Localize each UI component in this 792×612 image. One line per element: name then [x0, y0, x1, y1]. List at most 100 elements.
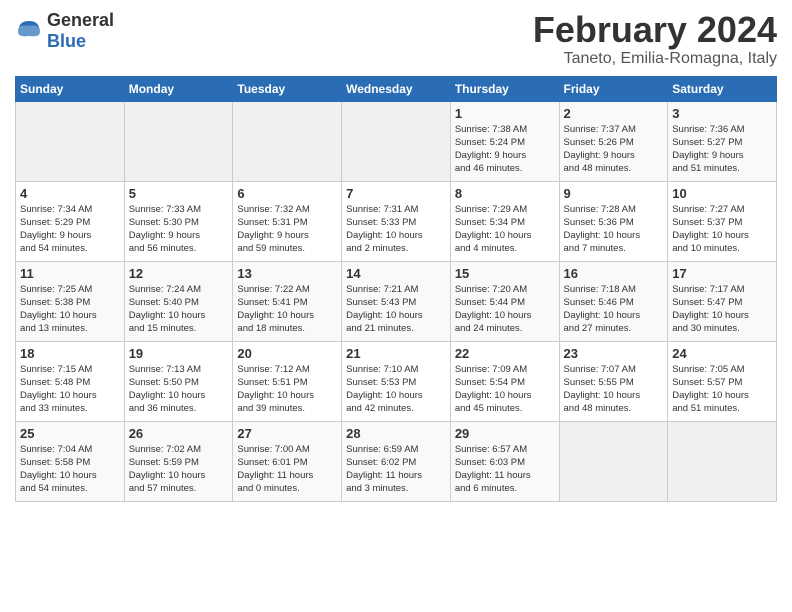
day-info: Sunrise: 7:29 AMSunset: 5:34 PMDaylight:… [455, 203, 555, 256]
calendar-cell: 9 Sunrise: 7:28 AMSunset: 5:36 PMDaylight… [559, 181, 668, 261]
day-number: 24 [672, 346, 772, 361]
calendar-cell: 28 Sunrise: 6:59 AMSunset: 6:02 PMDayligh… [342, 421, 451, 501]
calendar-cell: 3 Sunrise: 7:36 AMSunset: 5:27 PMDaylight… [668, 101, 777, 181]
calendar-cell: 4 Sunrise: 7:34 AMSunset: 5:29 PMDaylight… [16, 181, 125, 261]
calendar-cell [668, 421, 777, 501]
day-number: 18 [20, 346, 120, 361]
day-info: Sunrise: 7:09 AMSunset: 5:54 PMDaylight:… [455, 363, 555, 416]
day-number: 12 [129, 266, 229, 281]
calendar-cell: 10Sunrise: 7:27 AMSunset: 5:37 PMDayligh… [668, 181, 777, 261]
day-number: 25 [20, 426, 120, 441]
day-number: 3 [672, 106, 772, 121]
weekday-header-sunday: Sunday [16, 76, 125, 101]
day-info: Sunrise: 7:18 AMSunset: 5:46 PMDaylight:… [564, 283, 664, 336]
calendar-cell: 21Sunrise: 7:10 AMSunset: 5:53 PMDayligh… [342, 341, 451, 421]
weekday-header-saturday: Saturday [668, 76, 777, 101]
page: General Blue February 2024 Taneto, Emili… [0, 0, 792, 512]
calendar-cell: 14 Sunrise: 7:21 AMSunset: 5:43 PMDayligh… [342, 261, 451, 341]
week-row-1: 1Sunrise: 7:38 AMSunset: 5:24 PMDaylight… [16, 101, 777, 181]
logo-text: General Blue [47, 10, 114, 52]
day-number: 8 [455, 186, 555, 201]
day-number: 14 [346, 266, 446, 281]
day-info: Sunrise: 7:02 AMSunset: 5:59 PMDaylight:… [129, 443, 229, 496]
weekday-header-thursday: Thursday [450, 76, 559, 101]
calendar-table: SundayMondayTuesdayWednesdayThursdayFrid… [15, 76, 777, 502]
weekday-header-tuesday: Tuesday [233, 76, 342, 101]
day-info: Sunrise: 7:22 AMSunset: 5:41 PMDaylight:… [237, 283, 337, 336]
day-number: 6 [237, 186, 337, 201]
day-number: 9 [564, 186, 664, 201]
day-number: 28 [346, 426, 446, 441]
day-number: 16 [564, 266, 664, 281]
day-number: 19 [129, 346, 229, 361]
day-info: Sunrise: 7:36 AMSunset: 5:27 PMDaylight:… [672, 123, 772, 176]
title-area: February 2024 Taneto, Emilia-Romagna, It… [533, 10, 777, 68]
calendar-cell [124, 101, 233, 181]
day-info: Sunrise: 7:17 AMSunset: 5:47 PMDaylight:… [672, 283, 772, 336]
day-number: 23 [564, 346, 664, 361]
day-info: Sunrise: 7:33 AMSunset: 5:30 PMDaylight:… [129, 203, 229, 256]
day-number: 20 [237, 346, 337, 361]
day-info: Sunrise: 7:20 AMSunset: 5:44 PMDaylight:… [455, 283, 555, 336]
calendar-cell: 2 Sunrise: 7:37 AMSunset: 5:26 PMDaylight… [559, 101, 668, 181]
day-info: Sunrise: 7:07 AMSunset: 5:55 PMDaylight:… [564, 363, 664, 416]
day-number: 11 [20, 266, 120, 281]
calendar-cell: 16 Sunrise: 7:18 AMSunset: 5:46 PMDayligh… [559, 261, 668, 341]
day-info: Sunrise: 7:15 AMSunset: 5:48 PMDaylight:… [20, 363, 120, 416]
week-row-2: 4 Sunrise: 7:34 AMSunset: 5:29 PMDaylight… [16, 181, 777, 261]
day-info: Sunrise: 7:04 AMSunset: 5:58 PMDaylight:… [20, 443, 120, 496]
weekday-header-row: SundayMondayTuesdayWednesdayThursdayFrid… [16, 76, 777, 101]
calendar-cell: 23 Sunrise: 7:07 AMSunset: 5:55 PMDayligh… [559, 341, 668, 421]
week-row-4: 18 Sunrise: 7:15 AMSunset: 5:48 PMDayligh… [16, 341, 777, 421]
day-info: Sunrise: 7:05 AMSunset: 5:57 PMDaylight:… [672, 363, 772, 416]
day-number: 7 [346, 186, 446, 201]
calendar-cell: 15Sunrise: 7:20 AMSunset: 5:44 PMDayligh… [450, 261, 559, 341]
day-number: 27 [237, 426, 337, 441]
day-info: Sunrise: 7:10 AMSunset: 5:53 PMDaylight:… [346, 363, 446, 416]
logo-icon [15, 17, 43, 45]
calendar-cell: 8 Sunrise: 7:29 AMSunset: 5:34 PMDaylight… [450, 181, 559, 261]
day-info: Sunrise: 6:59 AMSunset: 6:02 PMDaylight:… [346, 443, 446, 496]
month-title: February 2024 [533, 10, 777, 50]
day-info: Sunrise: 7:00 AMSunset: 6:01 PMDaylight:… [237, 443, 337, 496]
day-info: Sunrise: 7:34 AMSunset: 5:29 PMDaylight:… [20, 203, 120, 256]
calendar-cell: 6 Sunrise: 7:32 AMSunset: 5:31 PMDaylight… [233, 181, 342, 261]
weekday-header-wednesday: Wednesday [342, 76, 451, 101]
calendar-cell: 29 Sunrise: 6:57 AMSunset: 6:03 PMDayligh… [450, 421, 559, 501]
day-number: 29 [455, 426, 555, 441]
calendar-cell: 26 Sunrise: 7:02 AMSunset: 5:59 PMDayligh… [124, 421, 233, 501]
calendar-cell: 1Sunrise: 7:38 AMSunset: 5:24 PMDaylight… [450, 101, 559, 181]
day-number: 4 [20, 186, 120, 201]
day-info: Sunrise: 7:37 AMSunset: 5:26 PMDaylight:… [564, 123, 664, 176]
logo-general: General [47, 10, 114, 30]
calendar-cell: 18 Sunrise: 7:15 AMSunset: 5:48 PMDayligh… [16, 341, 125, 421]
calendar-cell: 12Sunrise: 7:24 AMSunset: 5:40 PMDayligh… [124, 261, 233, 341]
week-row-5: 25 Sunrise: 7:04 AMSunset: 5:58 PMDayligh… [16, 421, 777, 501]
calendar-cell: 24 Sunrise: 7:05 AMSunset: 5:57 PMDayligh… [668, 341, 777, 421]
calendar-cell: 20Sunrise: 7:12 AMSunset: 5:51 PMDayligh… [233, 341, 342, 421]
day-info: Sunrise: 6:57 AMSunset: 6:03 PMDaylight:… [455, 443, 555, 496]
day-info: Sunrise: 7:25 AMSunset: 5:38 PMDaylight:… [20, 283, 120, 336]
calendar-cell: 13Sunrise: 7:22 AMSunset: 5:41 PMDayligh… [233, 261, 342, 341]
logo: General Blue [15, 10, 114, 52]
day-info: Sunrise: 7:27 AMSunset: 5:37 PMDaylight:… [672, 203, 772, 256]
day-number: 22 [455, 346, 555, 361]
calendar-cell: 22 Sunrise: 7:09 AMSunset: 5:54 PMDayligh… [450, 341, 559, 421]
day-info: Sunrise: 7:32 AMSunset: 5:31 PMDaylight:… [237, 203, 337, 256]
calendar-cell: 7Sunrise: 7:31 AMSunset: 5:33 PMDaylight… [342, 181, 451, 261]
day-number: 1 [455, 106, 555, 121]
day-info: Sunrise: 7:21 AMSunset: 5:43 PMDaylight:… [346, 283, 446, 336]
logo-blue: Blue [47, 31, 86, 51]
calendar-cell: 11 Sunrise: 7:25 AMSunset: 5:38 PMDayligh… [16, 261, 125, 341]
day-info: Sunrise: 7:28 AMSunset: 5:36 PMDaylight:… [564, 203, 664, 256]
calendar-cell [233, 101, 342, 181]
day-number: 5 [129, 186, 229, 201]
calendar-cell [559, 421, 668, 501]
calendar-cell [342, 101, 451, 181]
calendar-cell: 19Sunrise: 7:13 AMSunset: 5:50 PMDayligh… [124, 341, 233, 421]
calendar-cell [16, 101, 125, 181]
calendar-body: 1Sunrise: 7:38 AMSunset: 5:24 PMDaylight… [16, 101, 777, 501]
day-number: 26 [129, 426, 229, 441]
day-number: 2 [564, 106, 664, 121]
calendar-cell: 17Sunrise: 7:17 AMSunset: 5:47 PMDayligh… [668, 261, 777, 341]
